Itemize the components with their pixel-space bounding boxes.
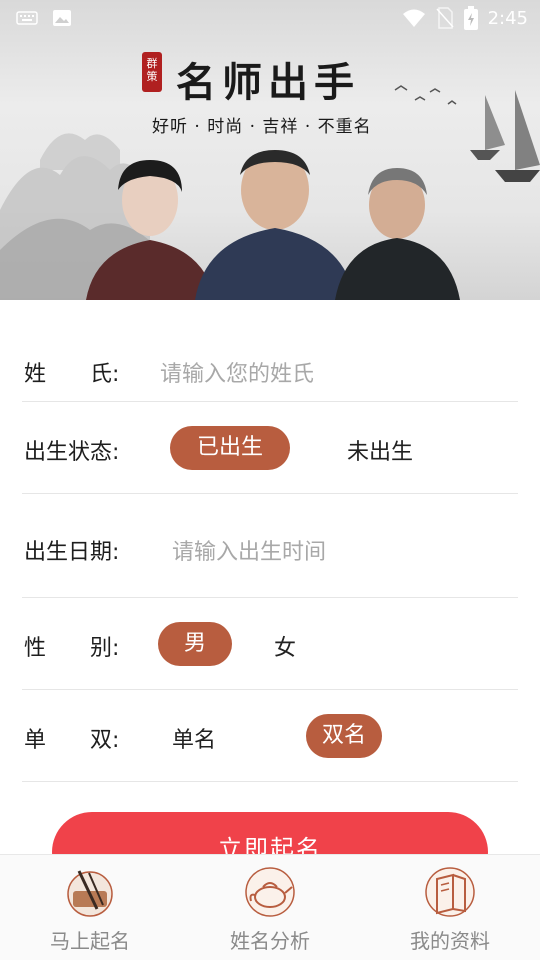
name-length-label: 单 双: (24, 728, 120, 753)
option-male[interactable]: 男 (158, 622, 232, 666)
bottom-nav: 马上起名 姓名分析 我的资料 (0, 854, 540, 960)
wifi-icon (402, 9, 425, 27)
nav-label-my-profile: 我的资料 (410, 929, 490, 953)
banner-subtitle: 好听 · 时尚 · 吉祥 · 不重名 (152, 117, 372, 137)
birth-status-row: 出生状态: 已出生 未出生 (22, 402, 518, 494)
status-bar: 2:45 (0, 0, 540, 36)
clock: 2:45 (487, 7, 528, 29)
no-sim-icon (436, 7, 454, 29)
naming-form: 姓 氏: 请输入您的姓氏 出生状态: 已出生 未出生 出生日期: 请输入出生时间… (22, 324, 518, 782)
birth-date-row: 出生日期: 请输入出生时间 (22, 494, 518, 598)
option-born[interactable]: 已出生 (170, 426, 290, 470)
brush-ink-icon (67, 870, 113, 917)
nav-item-start-naming[interactable]: 马上起名 (0, 855, 180, 960)
nav-item-my-profile[interactable]: 我的资料 (360, 855, 540, 960)
gender-label: 性 别: (24, 636, 120, 661)
option-single-name[interactable]: 单名 (152, 722, 236, 754)
birth-date-input[interactable]: 请输入出生时间 (172, 534, 326, 566)
option-unborn[interactable]: 未出生 (320, 434, 440, 466)
battery-icon (463, 6, 478, 30)
nav-label-name-analysis: 姓名分析 (230, 929, 310, 953)
nav-item-name-analysis[interactable]: 姓名分析 (180, 855, 360, 960)
option-female[interactable]: 女 (248, 630, 322, 662)
teapot-icon (245, 867, 295, 917)
book-scroll-icon (425, 867, 475, 917)
nav-label-start-naming: 马上起名 (50, 929, 130, 953)
surname-row: 姓 氏: 请输入您的姓氏 (22, 324, 518, 402)
birth-date-label: 出生日期: (24, 540, 120, 565)
ink-landscape-illustration (0, 85, 540, 300)
birth-status-label: 出生状态: (24, 440, 120, 465)
banner-title: 名师出手 (176, 59, 360, 106)
keyboard-icon (16, 11, 38, 25)
option-double-name[interactable]: 双名 (306, 714, 382, 758)
name-length-row: 单 双: 单名 双名 (22, 690, 518, 782)
seal-stamp: 群策 (142, 52, 162, 92)
surname-label: 姓 氏: (24, 362, 120, 387)
surname-input[interactable]: 请输入您的姓氏 (160, 356, 314, 388)
banner[interactable]: 群策 名师出手 好听 · 时尚 · 吉祥 · 不重名 (0, 0, 540, 300)
image-icon (53, 10, 71, 26)
gender-row: 性 别: 男 女 (22, 598, 518, 690)
